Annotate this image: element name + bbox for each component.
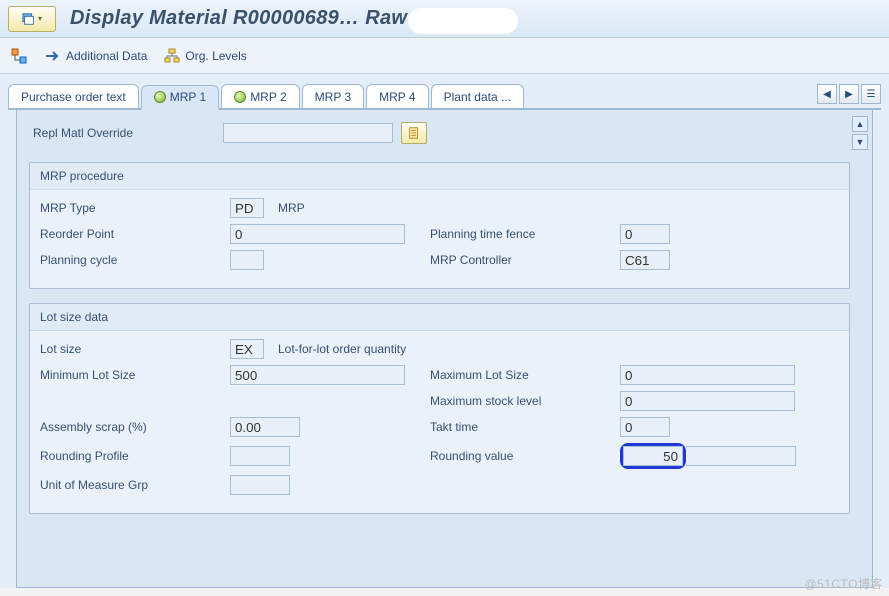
tabstrip-container: Purchase order text MRP 1 MRP 2 MRP 3 MR… — [0, 74, 889, 588]
tab-content: ▲ ▼ Repl Matl Override MRP procedure MRP… — [16, 110, 873, 588]
max-lot-size-label: Maximum Lot Size — [430, 368, 620, 382]
tab-label: Purchase order text — [21, 90, 126, 104]
mrp-controller-label: MRP Controller — [430, 253, 620, 267]
tab-nav: ◀ ▶ ☰ — [817, 84, 881, 104]
uom-grp-input[interactable] — [230, 475, 290, 495]
tab-list-button[interactable]: ☰ — [861, 84, 881, 104]
reorder-point-label: Reorder Point — [40, 227, 230, 241]
max-stock-level-input[interactable] — [620, 391, 795, 411]
lot-size-label: Lot size — [40, 342, 230, 356]
mrp-type-label: MRP Type — [40, 201, 230, 215]
org-levels-label: Org. Levels — [185, 49, 246, 63]
title-bar: ▾ Display Material R00000689… Raw materi… — [0, 0, 889, 38]
max-lot-size-input[interactable] — [620, 365, 795, 385]
lot-size-data-legend: Lot size data — [30, 304, 849, 331]
tab-mrp-4[interactable]: MRP 4 — [366, 84, 428, 108]
tab-plant-data[interactable]: Plant data ... — [431, 84, 524, 108]
org-levels-icon — [163, 47, 181, 65]
rounding-profile-label: Rounding Profile — [40, 449, 230, 463]
indicator-icon — [234, 91, 246, 103]
mrp-procedure-group: MRP procedure MRP Type MRP Reorder Point — [29, 162, 850, 289]
menu-glyph-icon — [22, 12, 36, 26]
tab-mrp-3[interactable]: MRP 3 — [302, 84, 364, 108]
mrp-controller-input[interactable] — [620, 250, 670, 270]
tab-scroll-right-button[interactable]: ▶ — [839, 84, 859, 104]
rounding-value-input[interactable] — [623, 446, 683, 466]
planning-time-fence-label: Planning time fence — [430, 227, 620, 241]
tab-label: Plant data ... — [444, 90, 511, 104]
toggle-details-button[interactable] — [10, 47, 28, 65]
repl-matl-override-input[interactable] — [223, 123, 393, 143]
takt-time-label: Takt time — [430, 420, 620, 434]
tab-label: MRP 4 — [379, 90, 415, 104]
additional-data-button[interactable]: Additional Data — [44, 47, 147, 65]
tab-mrp-1[interactable]: MRP 1 — [141, 85, 219, 110]
org-levels-button[interactable]: Org. Levels — [163, 47, 246, 65]
tab-purchase-order-text[interactable]: Purchase order text — [8, 84, 139, 108]
context-menu-button[interactable]: ▾ — [8, 6, 56, 32]
repl-matl-override-label: Repl Matl Override — [33, 126, 223, 140]
rounding-value-label: Rounding value — [430, 449, 620, 463]
planning-cycle-input[interactable] — [230, 250, 264, 270]
tab-label: MRP 1 — [170, 90, 206, 104]
tabstrip: Purchase order text MRP 1 MRP 2 MRP 3 MR… — [8, 84, 881, 110]
indicator-icon — [154, 91, 166, 103]
repl-matl-override-picker-button[interactable] — [401, 122, 427, 144]
planning-time-fence-input[interactable] — [620, 224, 670, 244]
lot-size-desc: Lot-for-lot order quantity — [278, 342, 406, 356]
hierarchy-toggle-icon — [11, 48, 27, 64]
rounding-value-highlight — [620, 443, 686, 469]
reorder-point-input[interactable] — [230, 224, 405, 244]
takt-time-input[interactable] — [620, 417, 670, 437]
rounding-value-ext-input[interactable] — [686, 446, 796, 466]
scroll-down-button[interactable]: ▼ — [852, 134, 868, 150]
tab-scroll-left-button[interactable]: ◀ — [817, 84, 837, 104]
scroll-up-button[interactable]: ▲ — [852, 116, 868, 132]
mrp-type-input[interactable] — [230, 198, 264, 218]
additional-data-label: Additional Data — [66, 49, 147, 63]
dropdown-caret-icon: ▾ — [38, 14, 42, 23]
document-icon — [407, 126, 421, 140]
secondary-toolbar: Additional Data Org. Levels — [0, 38, 889, 74]
assembly-scrap-label: Assembly scrap (%) — [40, 420, 230, 434]
min-lot-size-input[interactable] — [230, 365, 405, 385]
lot-size-data-group: Lot size data Lot size Lot-for-lot order… — [29, 303, 850, 514]
planning-cycle-label: Planning cycle — [40, 253, 230, 267]
redaction-overlay — [408, 8, 518, 34]
max-stock-level-label: Maximum stock level — [430, 394, 620, 408]
tab-mrp-2[interactable]: MRP 2 — [221, 84, 299, 108]
tab-label: MRP 3 — [315, 90, 351, 104]
rounding-profile-input[interactable] — [230, 446, 290, 466]
tab-label: MRP 2 — [250, 90, 286, 104]
arrow-right-icon — [44, 47, 62, 65]
watermark: @51CTO博客 — [804, 575, 883, 592]
lot-size-input[interactable] — [230, 339, 264, 359]
uom-grp-label: Unit of Measure Grp — [40, 478, 230, 492]
mrp-type-desc: MRP — [278, 201, 305, 215]
mrp-procedure-legend: MRP procedure — [30, 163, 849, 190]
min-lot-size-label: Minimum Lot Size — [40, 368, 230, 382]
assembly-scrap-input[interactable] — [230, 417, 300, 437]
